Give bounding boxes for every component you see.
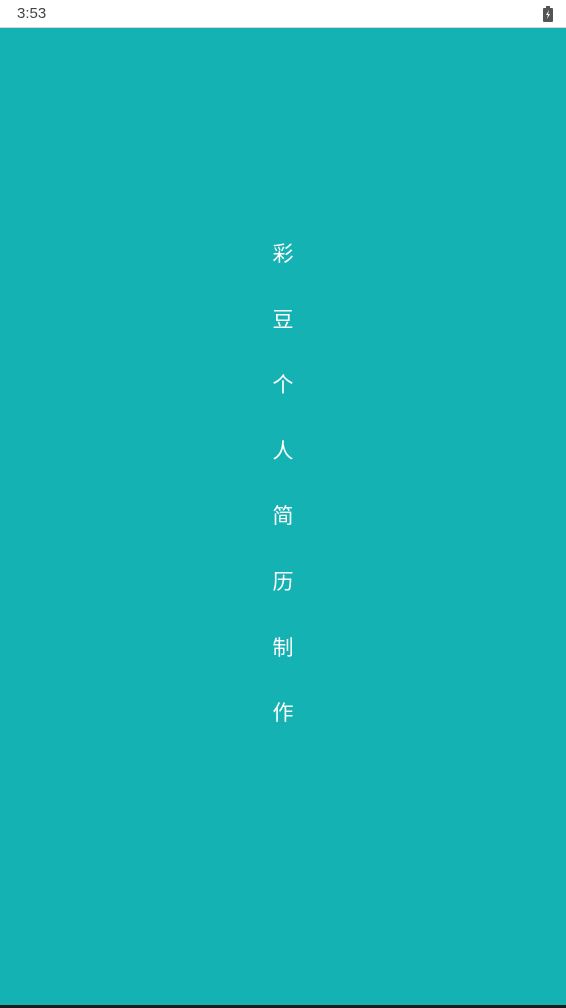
status-time: 3:53 <box>17 5 47 22</box>
battery-charging-icon <box>543 6 553 22</box>
title-char: 彩 <box>272 242 294 266</box>
title-char: 制 <box>272 635 294 660</box>
title-char: 人 <box>272 438 294 463</box>
title-char: 豆 <box>272 307 294 332</box>
status-bar: 3:53 <box>0 0 566 28</box>
title-char: 作 <box>272 701 294 726</box>
title-char: 简 <box>272 504 294 529</box>
app-title-vertical: 彩 豆 个 人 简 历 制 作 <box>0 222 566 747</box>
title-char: 个 <box>272 373 294 398</box>
title-char: 历 <box>272 569 294 594</box>
